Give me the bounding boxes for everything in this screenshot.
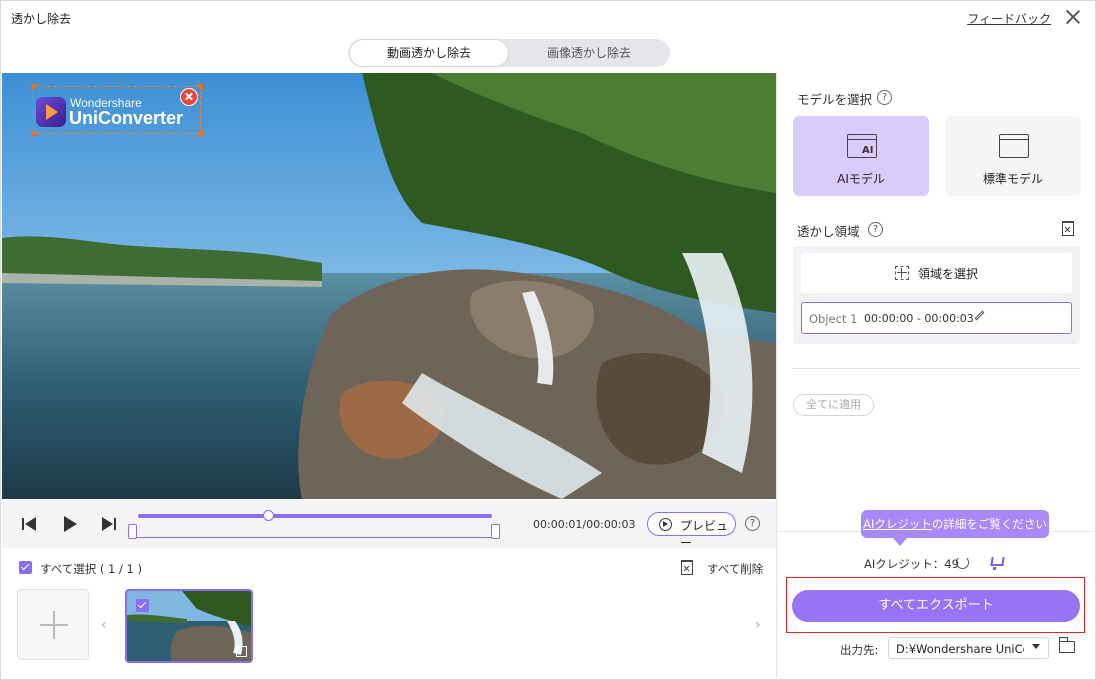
delete-all-button[interactable]: すべて削除 (707, 561, 763, 577)
select-area-icon (895, 266, 909, 280)
player-controls: 00:00:01/00:00:03 プレビュー ? (2, 500, 776, 550)
scroll-right-icon[interactable]: › (755, 617, 761, 633)
select-area-label: 領域を選択 (918, 267, 979, 281)
object-row[interactable]: Object 1 00:00:00 - 00:00:03 (801, 302, 1072, 334)
select-all-label: すべて選択 ( 1 / 1 ) (40, 562, 142, 576)
model-section-label: モデルを選択 (797, 92, 873, 107)
play-circle-icon (659, 518, 672, 531)
select-all-checkbox[interactable] (19, 561, 32, 574)
thumbnail-checkbox[interactable] (136, 599, 149, 612)
watermark-handle-tr[interactable] (197, 84, 203, 90)
output-path-select[interactable]: D:¥Wondershare UniConverter (888, 637, 1049, 659)
trash-icon[interactable] (681, 560, 693, 575)
standard-model-label: 標準モデル (982, 172, 1043, 186)
help-icon[interactable]: ? (745, 516, 760, 531)
uniconverter-logo (36, 97, 66, 127)
ai-model-card[interactable]: AI AIモデル (793, 116, 929, 196)
next-frame-icon[interactable] (102, 516, 118, 532)
standard-model-card[interactable]: 標準モデル (945, 116, 1081, 196)
tab-video-watermark[interactable]: 動画透かし除去 (349, 39, 509, 67)
feedback-link[interactable]: フィードバック (967, 10, 1051, 27)
playback-track[interactable] (138, 514, 492, 518)
tooltip-tail (893, 538, 907, 546)
scroll-left-icon[interactable]: ‹ (101, 617, 107, 633)
area-help-icon[interactable]: ? (868, 222, 883, 237)
standard-model-icon (999, 134, 1029, 158)
trim-range (133, 526, 499, 538)
cart-icon[interactable] (990, 557, 1005, 566)
playhead-knob[interactable] (262, 510, 274, 521)
watermark-handle-br[interactable] (197, 130, 203, 136)
preview-label: プレビュー (680, 519, 729, 550)
mode-tabs: 動画透かし除去 画像透かし除去 (348, 39, 670, 67)
video-preview[interactable] (2, 73, 776, 499)
ai-credit-count: AIクレジット：49 (864, 557, 959, 571)
ai-credit-link[interactable]: AIクレジット (863, 517, 932, 531)
ai-credit-tooltip: AIクレジットの詳細をご覧ください (861, 510, 1049, 538)
ai-model-icon-text: AI (862, 145, 874, 156)
delete-area-icon[interactable] (1062, 221, 1074, 236)
ai-model-label: AIモデル (837, 172, 885, 186)
expand-icon[interactable] (236, 646, 247, 657)
close-icon[interactable] (1063, 7, 1083, 27)
tooltip-text: の詳細をご覧ください (931, 517, 1047, 531)
timecode: 00:00:01/00:00:03 (533, 518, 636, 531)
select-area-button[interactable]: 領域を選択 (801, 253, 1072, 293)
apply-all-button[interactable]: 全てに適用 (793, 394, 874, 416)
tab-image-watermark[interactable]: 画像透かし除去 (509, 39, 669, 67)
chevron-down-icon (1032, 644, 1040, 649)
play-icon[interactable] (62, 516, 78, 532)
model-help-icon[interactable]: ? (877, 90, 892, 105)
output-label: 出力先: (840, 643, 879, 657)
folder-icon[interactable] (1059, 637, 1075, 653)
window-title: 透かし除去 (11, 12, 72, 26)
ai-model-icon: AI (847, 134, 877, 158)
watermark-area-label: 透かし領域 (797, 224, 860, 239)
video-frame (2, 73, 776, 499)
output-path-value: D:¥Wondershare UniConverter (896, 642, 1024, 656)
refresh-icon[interactable] (956, 556, 969, 569)
object-name: Object 1 (809, 312, 858, 326)
object-time-range: 00:00:00 - 00:00:03 (864, 312, 974, 325)
watermark-handle-tl[interactable] (31, 84, 37, 90)
watermark-handle-bl[interactable] (31, 130, 37, 136)
export-all-button[interactable]: すべてエクスポート (792, 590, 1080, 622)
watermark-brand-main: UniConverter (69, 108, 184, 128)
add-file-button[interactable] (17, 589, 89, 660)
remove-selection-icon[interactable] (180, 88, 198, 106)
preview-button[interactable]: プレビュー (647, 512, 736, 550)
video-thumbnail[interactable] (125, 589, 253, 663)
trim-start-handle[interactable] (128, 524, 137, 539)
title-bar: 透かし除去 フィードバック (1, 1, 1095, 35)
previous-frame-icon[interactable] (22, 516, 38, 532)
edit-pencil-icon[interactable] (974, 310, 985, 321)
trim-end-handle[interactable] (491, 524, 500, 539)
divider (793, 368, 1080, 369)
